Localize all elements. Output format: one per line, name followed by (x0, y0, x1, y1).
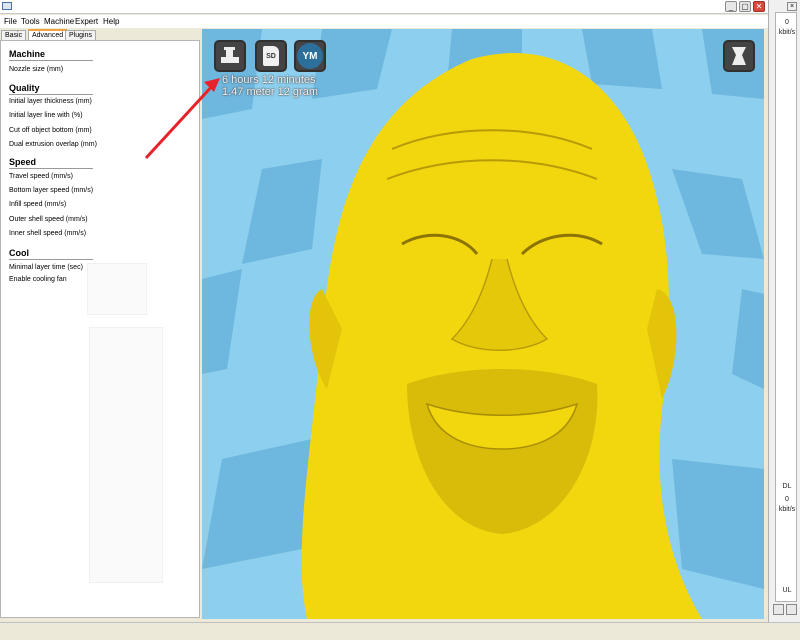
youmagine-button[interactable]: YM (294, 40, 326, 72)
youmagine-icon: YM (297, 43, 323, 69)
section-speed: Speed (9, 157, 37, 167)
title-bar: _ ▢ ✕ (0, 0, 768, 14)
divider (9, 60, 93, 61)
menu-help[interactable]: Help (103, 17, 119, 26)
menu-bar: File Tools Machine Expert Help (0, 15, 768, 28)
network-meter-strip: × 0 kbit/s DL 0 kbit/s UL (768, 0, 800, 622)
divider (9, 94, 93, 95)
close-button[interactable]: ✕ (753, 1, 765, 12)
annotation-arrow (144, 78, 220, 160)
divider (9, 168, 93, 169)
minimize-button[interactable]: _ (725, 1, 737, 12)
field-inner-shell-speed: Inner shell speed (mm/s) (9, 230, 87, 237)
blank-input-area (87, 263, 147, 315)
field-bottom-layer-speed: Bottom layer speed (mm/s) (9, 187, 94, 194)
tab-advanced[interactable]: Advanced (28, 29, 68, 40)
meter-scroll-right-button[interactable] (786, 604, 797, 615)
section-machine: Machine (9, 49, 46, 59)
menu-machine[interactable]: Machine (44, 17, 74, 26)
save-to-sd-button[interactable]: SD (255, 40, 287, 72)
ym-label: YM (302, 50, 318, 62)
section-cool: Cool (9, 248, 29, 258)
view-mode-icon (732, 47, 746, 65)
tab-plugins[interactable]: Plugins (65, 30, 96, 40)
meter-scroll-left-button[interactable] (773, 604, 784, 615)
load-model-button[interactable] (214, 40, 246, 72)
field-dual-extrusion-overlap: Dual extrusion overlap (mm) (9, 141, 97, 148)
field-infill-speed: Infill speed (mm/s) (9, 201, 67, 208)
field-travel-speed: Travel speed (mm/s) (9, 173, 73, 180)
blank-input-area (89, 327, 163, 583)
meter-top-unit: kbit/s (778, 29, 796, 36)
meter-ul-label: UL (782, 587, 792, 594)
app-icon (2, 2, 12, 10)
network-meter: 0 kbit/s DL 0 kbit/s UL (775, 12, 797, 602)
sd-label: SD (266, 52, 276, 60)
meter-dl-label: DL (782, 483, 792, 490)
field-nozzle-size: Nozzle size (mm) (9, 66, 64, 73)
menu-expert[interactable]: Expert (75, 17, 98, 26)
divider (9, 259, 93, 260)
print-time: 6 hours 12 minutes (222, 74, 316, 86)
tab-basic[interactable]: Basic (1, 30, 27, 40)
menu-file[interactable]: File (4, 17, 17, 26)
settings-tabs: Basic Advanced Plugins (0, 29, 200, 40)
field-initial-layer-thickness: Initial layer thickness (mm) (9, 98, 92, 105)
menu-tools[interactable]: Tools (21, 17, 40, 26)
meter-dl-value: 0 (785, 496, 789, 503)
meter-dl-unit: kbit/s (778, 506, 796, 513)
view-mode-button[interactable] (723, 40, 755, 72)
field-enable-cooling-fan: Enable cooling fan (9, 276, 67, 283)
meter-close-icon[interactable]: × (787, 2, 797, 11)
field-initial-layer-line-width: Initial layer line with (%) (9, 112, 83, 119)
maximize-button[interactable]: ▢ (739, 1, 751, 12)
print-material: 1.47 meter 12 gram (222, 86, 318, 98)
field-outer-shell-speed: Outer shell speed (mm/s) (9, 216, 88, 223)
status-bar (0, 622, 800, 640)
field-cut-off-bottom: Cut off object bottom (mm) (9, 127, 92, 134)
section-quality: Quality (9, 83, 40, 93)
build-plate-floor (202, 29, 764, 619)
print-to-printer-icon (221, 47, 239, 63)
field-minimal-layer-time: Minimal layer time (sec) (9, 264, 83, 271)
sd-card-icon: SD (263, 46, 279, 66)
meter-top-value: 0 (785, 19, 789, 26)
3d-viewport[interactable]: SD YM 6 hours 12 minutes 1.47 meter 12 g… (202, 29, 764, 619)
print-info: 6 hours 12 minutes 1.47 meter 12 gram (222, 74, 318, 98)
